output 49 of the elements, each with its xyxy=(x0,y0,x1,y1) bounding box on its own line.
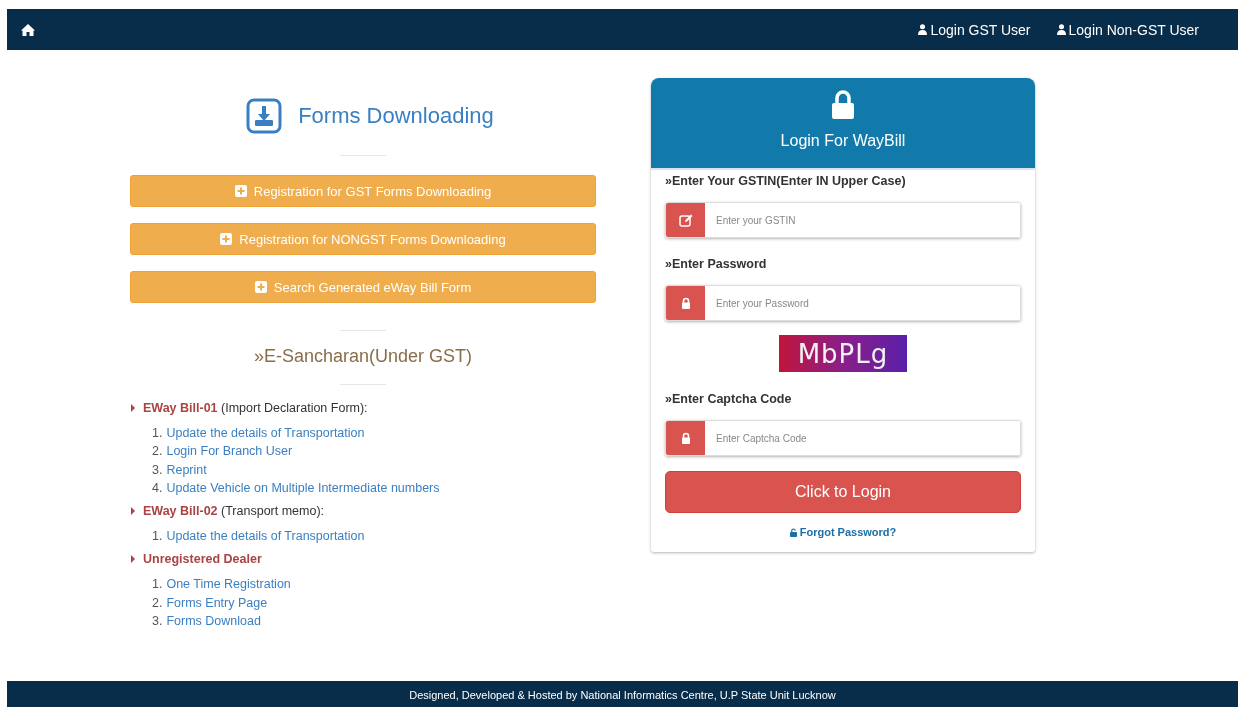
edit-icon xyxy=(678,213,693,227)
group-heading: EWay Bill-01 (Import Declaration Form): xyxy=(143,401,368,415)
field-label: »Enter Your GSTIN(Enter IN Upper Case) xyxy=(665,174,907,188)
link[interactable]: Login For Branch User xyxy=(166,442,293,461)
link[interactable]: Update the details of Transportation xyxy=(166,527,365,546)
unlock-icon xyxy=(789,527,797,537)
link[interactable]: Forms Entry Page xyxy=(166,593,268,613)
plus-icon xyxy=(220,233,233,245)
list-number: 1. xyxy=(152,425,163,442)
field-label: »Enter Captcha Code xyxy=(665,392,793,406)
user-icon xyxy=(918,24,928,35)
lock-icon xyxy=(680,297,691,309)
list-number: 2. xyxy=(152,594,163,612)
link[interactable]: Reprint xyxy=(166,460,207,479)
group-heading: Unregistered Dealer xyxy=(143,552,262,567)
login-button[interactable]: Click to Login xyxy=(665,471,1021,513)
link[interactable]: Update the details of Transportation xyxy=(166,424,365,443)
link[interactable]: Update Vehicle on Multiple Intermediate numbers xyxy=(166,478,440,498)
nav-link[interactable]: Login Non-GST User xyxy=(1056,21,1199,38)
section-title: »E-Sancharan(Under GST) xyxy=(252,346,474,367)
home-icon xyxy=(20,22,36,37)
link[interactable]: Forms Download xyxy=(166,612,261,631)
plus-icon xyxy=(234,185,247,197)
nav-link[interactable]: Login GST User xyxy=(918,21,1031,38)
list-number: 2. xyxy=(152,443,163,461)
download-icon xyxy=(246,98,283,134)
input-field[interactable]: Enter Captcha Code xyxy=(665,420,1021,456)
card-title: Login For WayBill xyxy=(780,132,906,150)
user-icon xyxy=(1056,24,1066,35)
field-label: »Enter Password xyxy=(665,257,768,271)
caret-icon xyxy=(131,404,135,412)
lock-icon xyxy=(831,90,855,120)
plus-icon xyxy=(254,281,267,293)
input-field[interactable]: Enter your GSTIN xyxy=(665,202,1021,238)
section-title: Forms Downloading xyxy=(298,103,494,129)
list-number: 3. xyxy=(152,461,163,479)
lock-icon xyxy=(680,432,691,444)
group-heading: EWay Bill-02 (Transport memo): xyxy=(143,504,325,519)
input-field[interactable]: Enter your Password xyxy=(665,285,1021,321)
list-number: 1. xyxy=(152,576,163,594)
footer-text: Designed, Developed & Hosted by National Informatics Centre, U.P State Unit Lucknow xyxy=(409,689,836,703)
caret-icon xyxy=(131,555,135,564)
forgot-password-link[interactable]: Forgot Password? xyxy=(789,526,897,538)
caret-icon xyxy=(131,507,135,516)
list-number: 3. xyxy=(152,613,163,631)
link[interactable]: One Time Registration xyxy=(166,575,291,594)
captcha-image: MbPLg xyxy=(779,335,907,372)
list-number: 4. xyxy=(152,479,163,497)
list-number: 1. xyxy=(152,528,163,546)
